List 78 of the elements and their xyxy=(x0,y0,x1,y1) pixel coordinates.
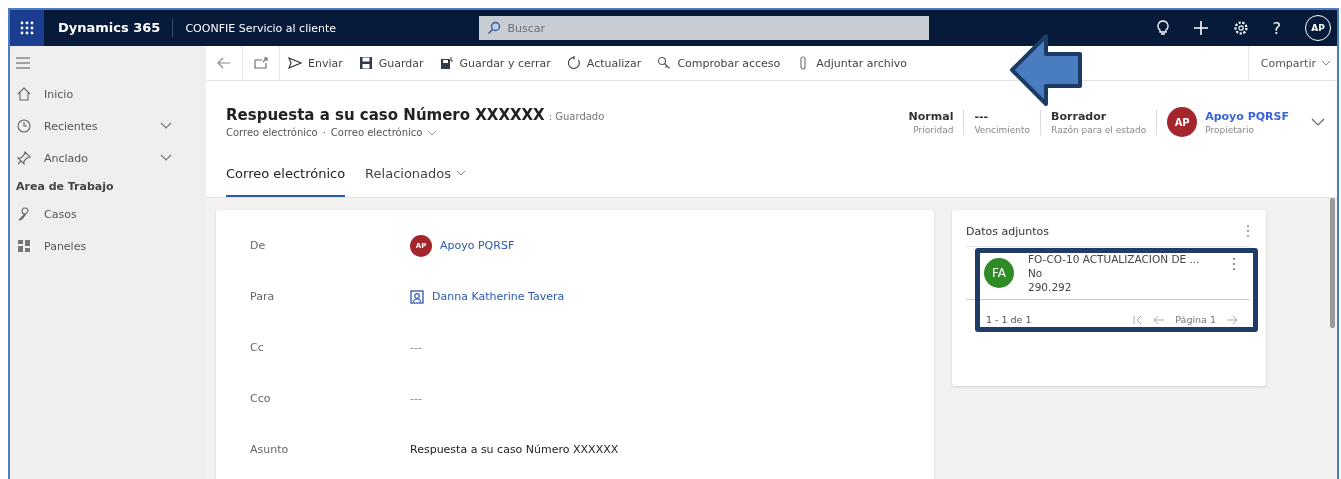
save-icon xyxy=(358,56,373,70)
field-label: Cco xyxy=(250,392,272,405)
header-field-label: Prioridad xyxy=(913,124,954,135)
attach-button[interactable]: Adjuntar archivo xyxy=(788,46,916,80)
sidebar-item[interactable]: Casos xyxy=(10,198,206,230)
field-value: --- xyxy=(410,392,422,405)
pin-icon xyxy=(16,150,32,166)
chevron-down-icon[interactable] xyxy=(160,122,172,130)
attachment-size: 290.292 xyxy=(1028,281,1073,293)
lightbulb-icon[interactable] xyxy=(1156,20,1169,36)
breadcrumb-item: Correo electrónico xyxy=(226,127,318,138)
attachment-row[interactable]: FA FO-CO-10 ACTUALIZACION DE ... No 290.292 xyxy=(966,247,1250,300)
chevron-down-icon[interactable] xyxy=(456,170,467,176)
attachments-title: Datos adjuntos xyxy=(966,224,1049,238)
field-value: Respuesta a su caso Número XXXXXX xyxy=(410,443,619,456)
chevron-down-icon[interactable] xyxy=(1311,117,1325,127)
header-field-label: Vencimiento xyxy=(974,124,1031,135)
wrench-icon xyxy=(16,206,32,222)
chevron-down-icon[interactable] xyxy=(160,154,172,162)
attachment-avatar: FA xyxy=(984,258,1014,288)
save-close-icon xyxy=(439,56,454,70)
contact-link[interactable]: Danna Katherine Tavera xyxy=(432,290,565,303)
user-link[interactable]: Apoyo PQRSF xyxy=(440,239,515,252)
dashboard-icon xyxy=(16,238,32,254)
access-button[interactable]: Comprobar acceso xyxy=(649,46,789,80)
breadcrumb-item[interactable]: Correo electrónico xyxy=(330,127,423,138)
field-label: Para xyxy=(250,290,276,303)
tab[interactable]: Relacionados xyxy=(365,151,467,197)
breadcrumb-separator: · xyxy=(322,127,326,138)
owner-link[interactable]: Apoyo PQRSF xyxy=(1205,109,1289,123)
chevron-down-icon xyxy=(1321,60,1331,66)
saveclose-button[interactable]: Guardar y cerrar xyxy=(431,46,559,80)
share-button[interactable]: Compartir xyxy=(1247,46,1337,80)
field-label: De xyxy=(250,239,267,252)
send-button[interactable]: Enviar xyxy=(280,46,351,80)
more-options-icon[interactable] xyxy=(1232,257,1236,271)
help-icon[interactable]: ? xyxy=(1272,18,1281,38)
app-name[interactable]: Dynamics 365 xyxy=(44,19,174,37)
send-icon xyxy=(288,56,302,70)
refresh-button[interactable]: Actualizar xyxy=(558,46,650,80)
attachment-name: FO-CO-10 ACTUALIZACION DE ... xyxy=(1028,253,1200,265)
chevron-down-icon[interactable] xyxy=(427,129,438,136)
sidebar-item[interactable]: Inicio xyxy=(10,78,206,110)
settings-icon[interactable] xyxy=(1232,20,1249,36)
header-field-label: Propietario xyxy=(1205,124,1255,135)
header-field-value: --- xyxy=(974,109,990,123)
field-label: Cc xyxy=(250,341,265,354)
page-number: Página 1 xyxy=(1175,314,1216,325)
app-launcher-icon[interactable] xyxy=(10,10,44,46)
field-label: Asunto xyxy=(250,443,290,456)
key-icon xyxy=(657,56,672,70)
header-field-value: Borrador xyxy=(1051,109,1108,123)
scrollbar-thumb[interactable] xyxy=(1330,198,1335,328)
header-field-value: Normal xyxy=(908,109,954,123)
save-button[interactable]: Guardar xyxy=(350,46,432,80)
plus-icon[interactable] xyxy=(1192,20,1209,36)
home-icon xyxy=(16,86,32,102)
clock-icon xyxy=(16,118,32,134)
tab[interactable]: Correo electrónico xyxy=(226,151,346,197)
app-area-name: COONFIE Servicio al cliente xyxy=(184,21,338,35)
record-count: 1 - 1 de 1 xyxy=(986,314,1032,325)
header-field-label: Razón para el estado xyxy=(1051,124,1147,135)
attachment-detail: No xyxy=(1028,267,1044,279)
owner-avatar: AP xyxy=(1167,107,1198,137)
previous-page-icon[interactable] xyxy=(1153,314,1166,325)
first-page-icon[interactable] xyxy=(1133,314,1144,325)
field-value: --- xyxy=(410,341,422,354)
search-field[interactable]: Buscar xyxy=(479,16,930,40)
sidebar-item[interactable]: Paneles xyxy=(10,230,206,262)
sidebar-item[interactable]: Anclado xyxy=(10,142,206,174)
save-status: : Guardado xyxy=(548,111,605,122)
sidebar-item[interactable]: Recientes xyxy=(10,110,206,142)
record-title: Respuesta a su caso Número XXXXXX xyxy=(226,106,545,124)
contact-icon xyxy=(410,289,424,304)
refresh-icon xyxy=(566,56,581,70)
more-options-icon[interactable] xyxy=(1246,224,1250,238)
next-page-icon[interactable] xyxy=(1226,314,1238,325)
sidebar-section-title: Area de Trabajo xyxy=(15,179,115,195)
